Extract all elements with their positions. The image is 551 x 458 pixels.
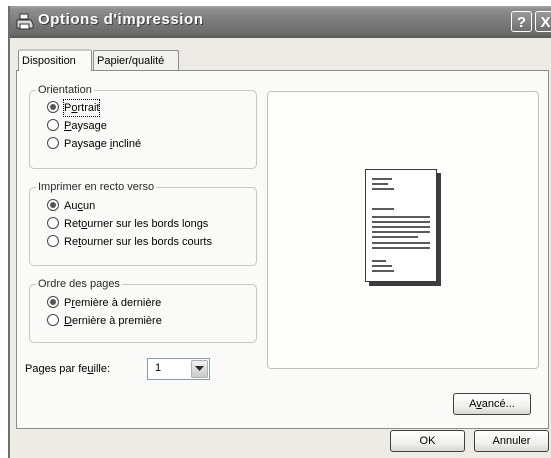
radio-button-checked[interactable]	[47, 296, 59, 308]
page-order-group-title: Ordre des pages	[36, 277, 122, 291]
dialog-title: Options d'impression	[38, 11, 204, 28]
tab-panel-disposition: Orientation Portrait Paysage Paysage inc…	[16, 70, 549, 429]
help-button[interactable]: ?	[511, 11, 532, 32]
title-bar[interactable]: Options d'impression ? X	[10, 6, 551, 38]
radio-button[interactable]	[47, 314, 59, 326]
close-button[interactable]: X	[535, 11, 551, 32]
tab-papier-qualite[interactable]: Papier/qualité	[93, 50, 179, 70]
orientation-group-title: Orientation	[36, 83, 94, 97]
radio-button[interactable]	[47, 235, 59, 247]
chevron-down-icon[interactable]	[191, 360, 208, 378]
radio-button-checked[interactable]	[47, 101, 59, 113]
cancel-button[interactable]: Annuler	[474, 430, 549, 452]
radio-button[interactable]	[47, 217, 59, 229]
pages-per-sheet-label: Pages par feuille:	[25, 363, 111, 375]
radio-button[interactable]	[47, 137, 59, 149]
radio-button-checked[interactable]	[47, 199, 59, 211]
duplex-group: Imprimer en recto verso Aucun Retourner …	[29, 180, 257, 266]
tab-disposition[interactable]: Disposition	[18, 49, 92, 71]
pages-per-sheet-value: 1	[155, 362, 162, 374]
orientation-group: Orientation Portrait Paysage Paysage inc…	[29, 83, 257, 169]
printer-icon	[16, 13, 34, 30]
ok-button[interactable]: OK	[390, 430, 465, 452]
page-preview-icon	[365, 169, 437, 282]
pages-per-sheet-select[interactable]: 1	[147, 358, 210, 380]
page-order-group: Ordre des pages Première à dernière Dern…	[29, 277, 257, 343]
advanced-button[interactable]: Avancé...	[453, 393, 531, 415]
layout-preview	[267, 91, 539, 369]
duplex-group-title: Imprimer en recto verso	[36, 180, 157, 194]
radio-button[interactable]	[47, 119, 59, 131]
